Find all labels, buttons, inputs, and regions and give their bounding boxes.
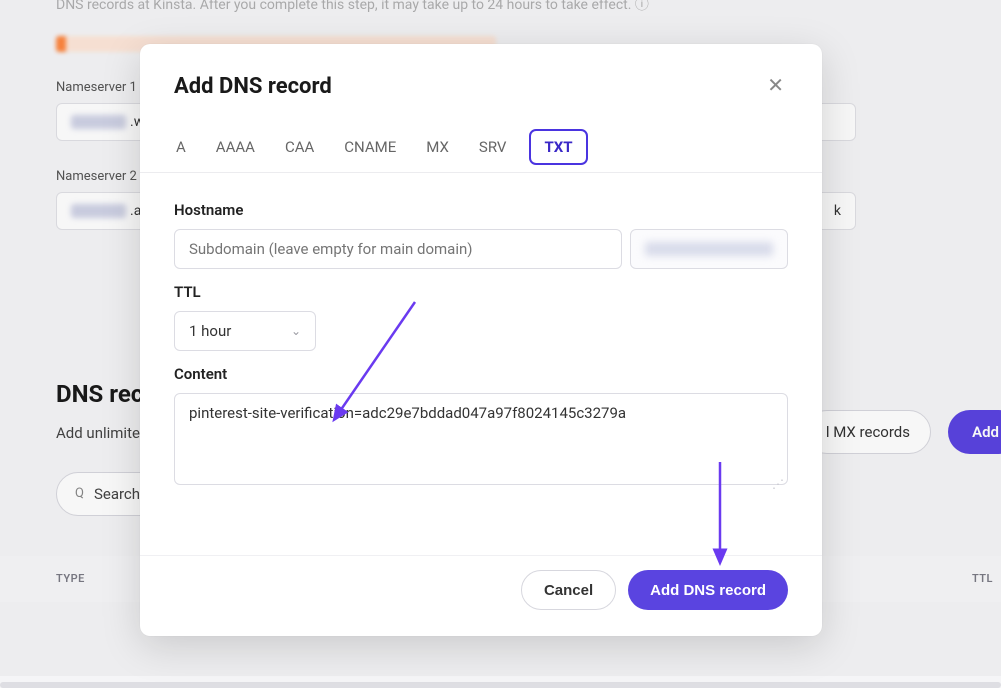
domain-suffix-redacted bbox=[645, 242, 773, 256]
ttl-value: 1 hour bbox=[189, 322, 231, 340]
tab-srv[interactable]: SRV bbox=[477, 134, 509, 160]
cancel-button[interactable]: Cancel bbox=[521, 570, 616, 610]
close-icon[interactable]: ✕ bbox=[763, 72, 788, 100]
domain-suffix-box bbox=[630, 229, 788, 269]
content-textarea[interactable] bbox=[174, 393, 788, 485]
add-dns-record-modal: Add DNS record ✕ A AAAA CAA CNAME MX SRV… bbox=[140, 44, 822, 636]
chevron-down-icon: ⌄ bbox=[291, 324, 301, 338]
tab-a[interactable]: A bbox=[174, 134, 188, 160]
tab-aaaa[interactable]: AAAA bbox=[214, 134, 257, 160]
content-label: Content bbox=[174, 365, 788, 383]
tab-txt[interactable]: TXT bbox=[534, 134, 582, 160]
horizontal-scrollbar[interactable] bbox=[0, 682, 1001, 688]
record-type-tabs: A AAAA CAA CNAME MX SRV TXT bbox=[140, 114, 822, 173]
hostname-input[interactable] bbox=[174, 229, 622, 269]
add-dns-record-button[interactable]: Add DNS record bbox=[628, 570, 788, 610]
tab-cname[interactable]: CNAME bbox=[342, 134, 398, 160]
ttl-select[interactable]: 1 hour ⌄ bbox=[174, 311, 316, 351]
hostname-label: Hostname bbox=[174, 201, 788, 219]
tab-caa[interactable]: CAA bbox=[283, 134, 316, 160]
ttl-label: TTL bbox=[174, 283, 788, 301]
modal-title: Add DNS record bbox=[174, 74, 332, 99]
resize-grip-icon[interactable]: ⋰ bbox=[772, 481, 784, 487]
tab-mx[interactable]: MX bbox=[424, 134, 451, 160]
